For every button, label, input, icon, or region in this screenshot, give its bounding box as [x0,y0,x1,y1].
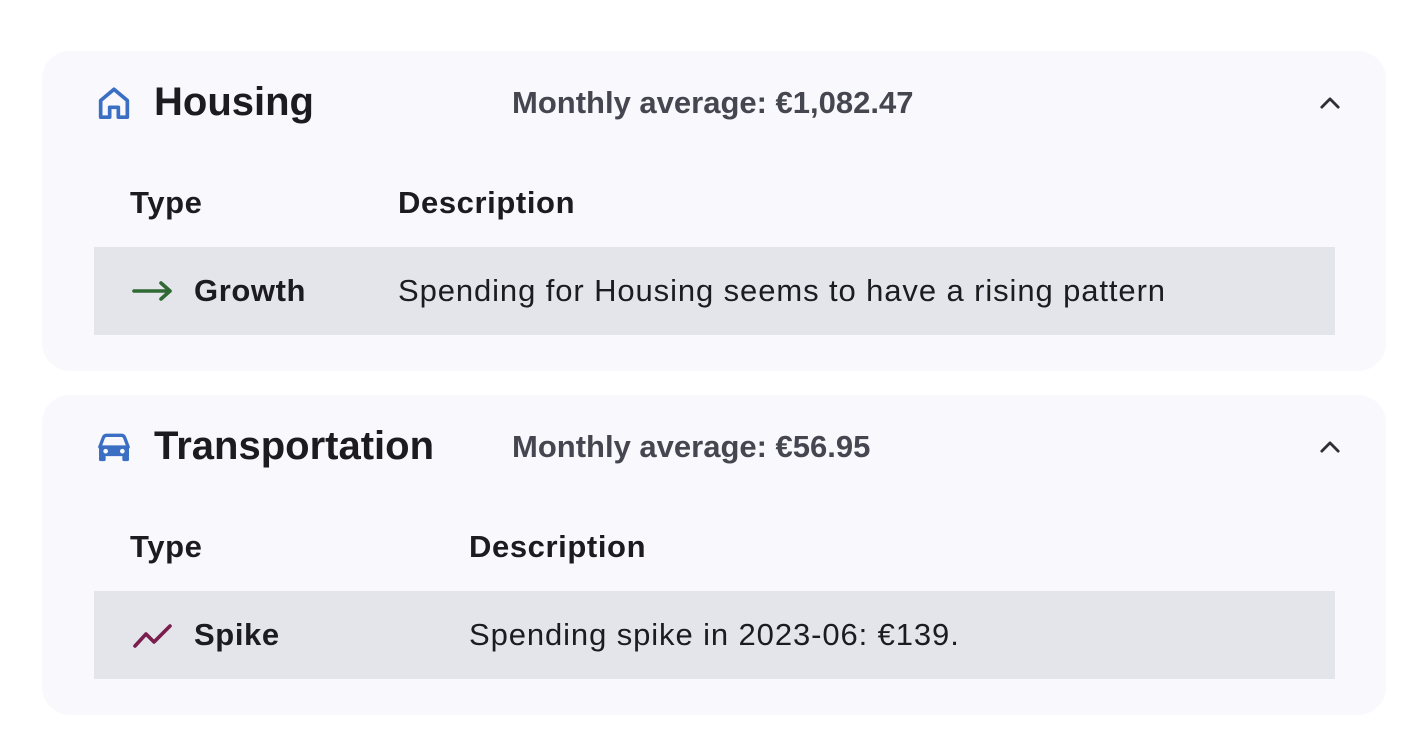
category-card-housing: Housing Monthly average: €1,082.47 Type … [42,51,1386,371]
category-header[interactable]: Transportation Monthly average: €56.95 [42,395,1386,499]
car-icon [94,427,134,467]
table-row[interactable]: Growth Spending for Housing seems to hav… [94,247,1335,335]
collapse-button[interactable] [1307,427,1353,467]
category-header[interactable]: Housing Monthly average: €1,082.47 [42,51,1386,155]
arrow-right-icon [132,271,174,311]
insight-type: Growth [194,273,307,308]
column-header-type[interactable]: Type [130,183,202,223]
house-icon [94,83,134,123]
column-header-description[interactable]: Description [469,527,646,567]
category-card-transportation: Transportation Monthly average: €56.95 T… [42,395,1386,715]
table-row[interactable]: Spike Spending spike in 2023-06: €139. [94,591,1335,679]
insight-description: Spending for Housing seems to have a ris… [398,273,1166,308]
column-header-description[interactable]: Description [398,183,575,223]
chevron-up-icon [1320,97,1340,109]
monthly-average: Monthly average: €1,082.47 [512,85,914,120]
insight-type: Spike [194,617,280,652]
trending-up-icon [132,615,174,655]
category-title: Transportation [154,424,435,468]
category-title: Housing [154,80,314,124]
collapse-button[interactable] [1307,83,1353,123]
monthly-average: Monthly average: €56.95 [512,429,871,464]
insight-description: Spending spike in 2023-06: €139. [469,617,960,652]
column-header-type[interactable]: Type [130,527,202,567]
chevron-up-icon [1320,441,1340,453]
